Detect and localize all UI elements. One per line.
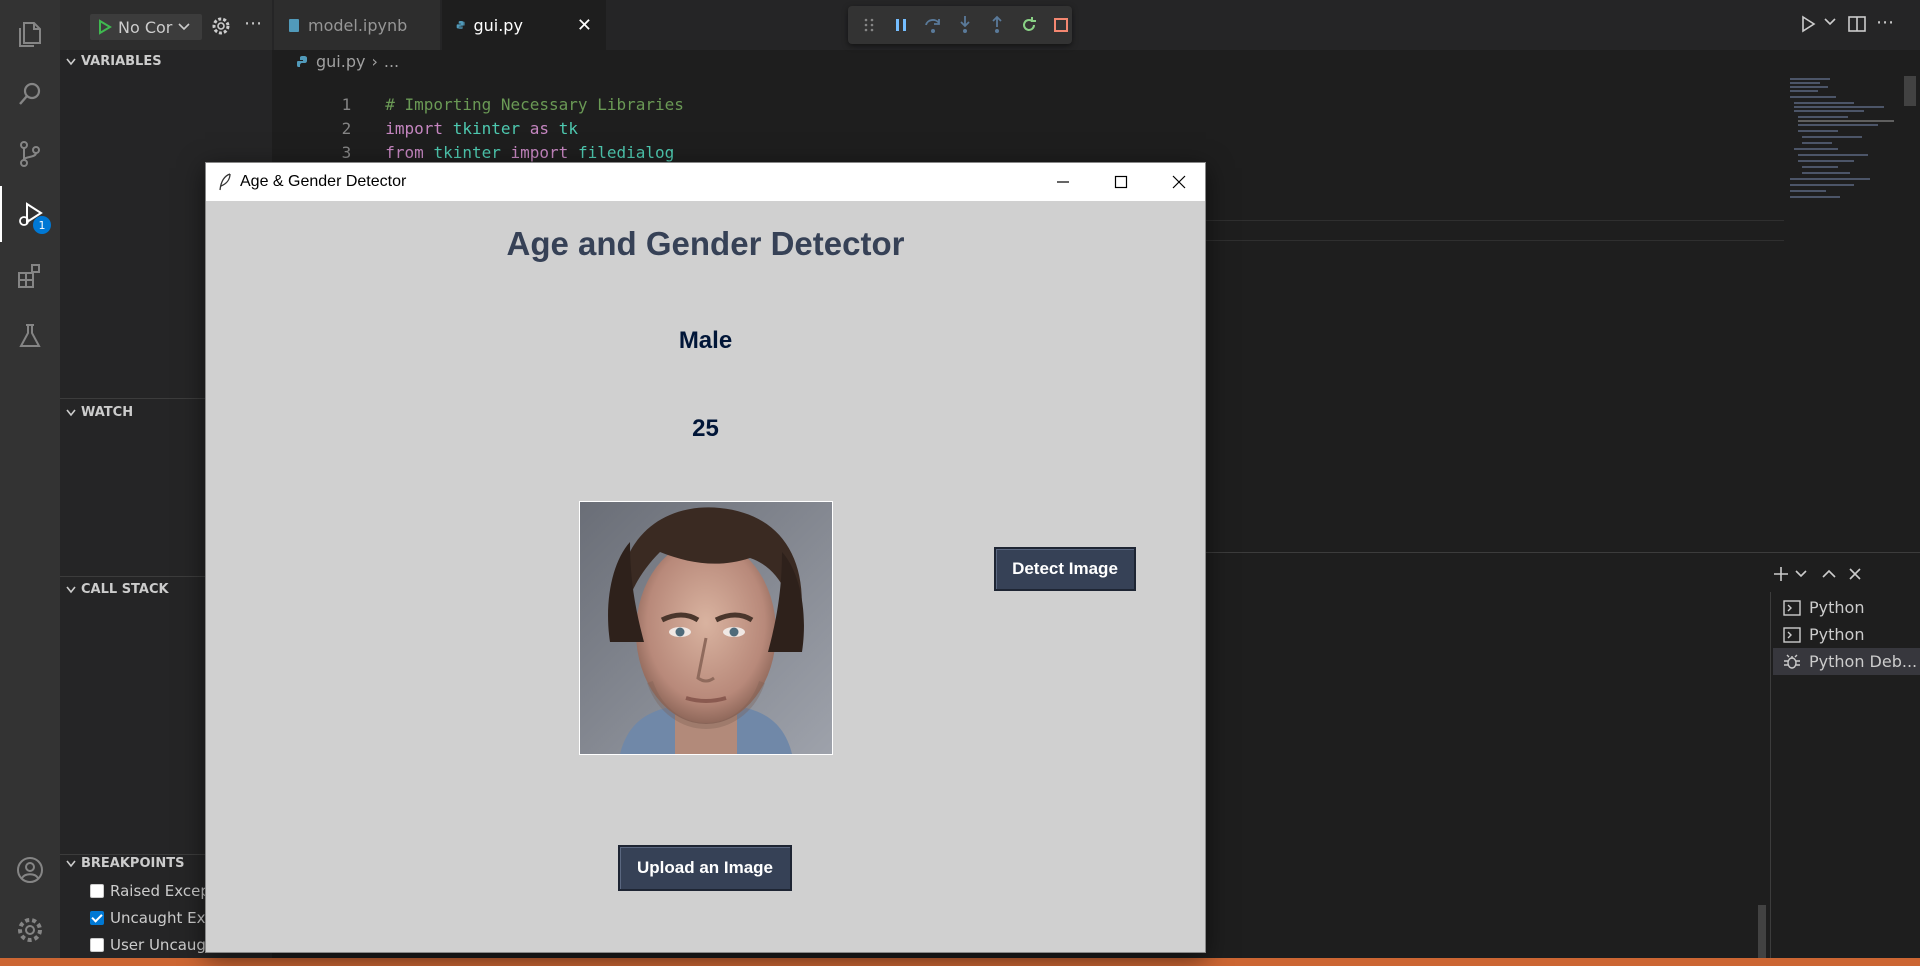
close-icon[interactable] bbox=[1151, 163, 1207, 201]
stop-icon[interactable] bbox=[1050, 14, 1072, 36]
window-title: Age & Gender Detector bbox=[240, 173, 407, 190]
terminal-label: Python bbox=[1809, 625, 1865, 644]
tab-gui-py[interactable]: gui.py ✕ bbox=[442, 0, 606, 50]
minimap[interactable] bbox=[1784, 76, 1904, 226]
app-heading: Age and Gender Detector bbox=[506, 225, 905, 262]
step-into-icon[interactable] bbox=[954, 14, 976, 36]
testing-icon[interactable] bbox=[10, 316, 50, 356]
checkbox[interactable] bbox=[90, 884, 104, 898]
close-icon[interactable]: ✕ bbox=[577, 15, 592, 36]
terminal-item-python-debug[interactable]: Python Deb... bbox=[1773, 648, 1920, 675]
breakpoints-section-header[interactable]: BREAKPOINTS bbox=[66, 856, 184, 871]
extensions-icon[interactable] bbox=[10, 256, 50, 296]
python-icon bbox=[456, 20, 465, 30]
breadcrumb-rest[interactable]: ... bbox=[384, 52, 399, 71]
code-line[interactable]: 3 from tkinter import filedialog bbox=[296, 124, 675, 162]
restart-icon[interactable] bbox=[1018, 14, 1040, 36]
watch-label: WATCH bbox=[81, 405, 134, 420]
split-editor-icon[interactable] bbox=[1848, 15, 1866, 33]
checkbox[interactable] bbox=[90, 938, 104, 952]
run-config-select[interactable]: No Cor bbox=[90, 14, 202, 40]
debug-toolbar bbox=[848, 6, 1072, 44]
editor-guide bbox=[1204, 220, 1784, 221]
activity-bar: 1 bbox=[0, 0, 60, 958]
account-icon[interactable] bbox=[10, 850, 50, 890]
step-over-icon[interactable] bbox=[922, 14, 944, 36]
chevron-down-icon bbox=[178, 23, 190, 31]
detect-image-button[interactable]: Detect Image bbox=[994, 547, 1136, 591]
terminal-item-python[interactable]: Python bbox=[1773, 594, 1920, 621]
maximize-icon[interactable] bbox=[1093, 163, 1149, 201]
more-actions-icon[interactable]: ⋯ bbox=[1876, 12, 1894, 33]
debug-badge: 1 bbox=[33, 216, 51, 234]
breadcrumb: gui.py › ... bbox=[296, 52, 399, 71]
panel-scrollbar-thumb[interactable] bbox=[1758, 905, 1766, 958]
search-icon[interactable] bbox=[10, 74, 50, 114]
variables-label: VARIABLES bbox=[81, 54, 162, 69]
editor-guide bbox=[1204, 240, 1784, 241]
notebook-icon bbox=[289, 18, 299, 32]
uploaded-face-image bbox=[579, 501, 833, 755]
active-indicator bbox=[0, 186, 2, 242]
source-control-icon[interactable] bbox=[10, 134, 50, 174]
pause-icon[interactable] bbox=[890, 14, 912, 36]
tab-label: model.ipynb bbox=[308, 15, 408, 35]
start-debug-icon[interactable] bbox=[98, 19, 112, 35]
gender-result-label: Male bbox=[678, 327, 733, 354]
upload-image-button[interactable]: Upload an Image bbox=[618, 845, 792, 891]
code-module: filedialog bbox=[577, 143, 675, 162]
age-gender-app-window: Age & Gender Detector Age and Gender Det… bbox=[205, 162, 1206, 953]
terminal-list-divider bbox=[1770, 592, 1771, 958]
code-line[interactable]: 2 import tkinter as tk bbox=[296, 100, 578, 138]
call-stack-section-header[interactable]: CALL STACK bbox=[66, 582, 169, 597]
chevron-down-icon bbox=[66, 860, 76, 867]
watch-section-header[interactable]: WATCH bbox=[66, 405, 133, 420]
python-icon bbox=[297, 55, 307, 67]
terminal-item-python[interactable]: Python bbox=[1773, 621, 1920, 648]
more-actions-icon[interactable]: ⋯ bbox=[244, 13, 262, 34]
maximize-panel-icon[interactable] bbox=[1818, 563, 1840, 585]
tab-model-ipynb[interactable]: model.ipynb bbox=[274, 0, 440, 50]
run-file-icon[interactable] bbox=[1800, 15, 1816, 33]
chevron-down-icon bbox=[66, 586, 76, 593]
tab-label: gui.py bbox=[473, 15, 523, 35]
debug-icon bbox=[1784, 654, 1800, 669]
terminal-label: Python bbox=[1809, 598, 1865, 617]
breakpoints-label: BREAKPOINTS bbox=[81, 856, 185, 871]
chevron-down-icon[interactable] bbox=[1790, 563, 1812, 585]
chevron-down-icon[interactable] bbox=[1824, 17, 1836, 27]
terminal-icon bbox=[1783, 626, 1801, 643]
editor-scrollbar-thumb[interactable] bbox=[1904, 76, 1916, 106]
code-line[interactable]: 1 # Importing Necessary Libraries bbox=[296, 76, 684, 114]
feather-icon bbox=[218, 173, 232, 191]
chevron-down-icon bbox=[66, 58, 76, 65]
drag-handle-icon[interactable] bbox=[858, 14, 880, 36]
new-terminal-plus-icon[interactable] bbox=[1770, 563, 1792, 585]
window-titlebar[interactable]: Age & Gender Detector bbox=[206, 163, 1205, 201]
breadcrumb-file[interactable]: gui.py bbox=[316, 52, 365, 71]
variables-section-header[interactable]: VARIABLES bbox=[66, 54, 162, 69]
editor-tab-bar: model.ipynb gui.py ✕ ⋯ bbox=[272, 0, 1920, 50]
open-launch-gear-icon[interactable] bbox=[211, 16, 231, 36]
terminal-label: Python Deb... bbox=[1809, 652, 1918, 671]
run-config-label: No Cor bbox=[118, 17, 173, 37]
checkbox-checked[interactable] bbox=[90, 911, 104, 925]
minimize-icon[interactable] bbox=[1035, 163, 1091, 201]
chevron-down-icon bbox=[66, 409, 76, 416]
explorer-icon[interactable] bbox=[10, 14, 50, 54]
age-result-label: 25 bbox=[692, 415, 719, 442]
step-out-icon[interactable] bbox=[986, 14, 1008, 36]
status-bar bbox=[0, 958, 1920, 966]
settings-gear-icon[interactable] bbox=[10, 910, 50, 950]
close-panel-icon[interactable] bbox=[1844, 563, 1866, 585]
chevron-right-icon: › bbox=[371, 52, 378, 71]
terminal-icon bbox=[1783, 599, 1801, 616]
sidebar-toolbar: No Cor ⋯ bbox=[60, 0, 272, 50]
call-stack-label: CALL STACK bbox=[81, 582, 169, 597]
